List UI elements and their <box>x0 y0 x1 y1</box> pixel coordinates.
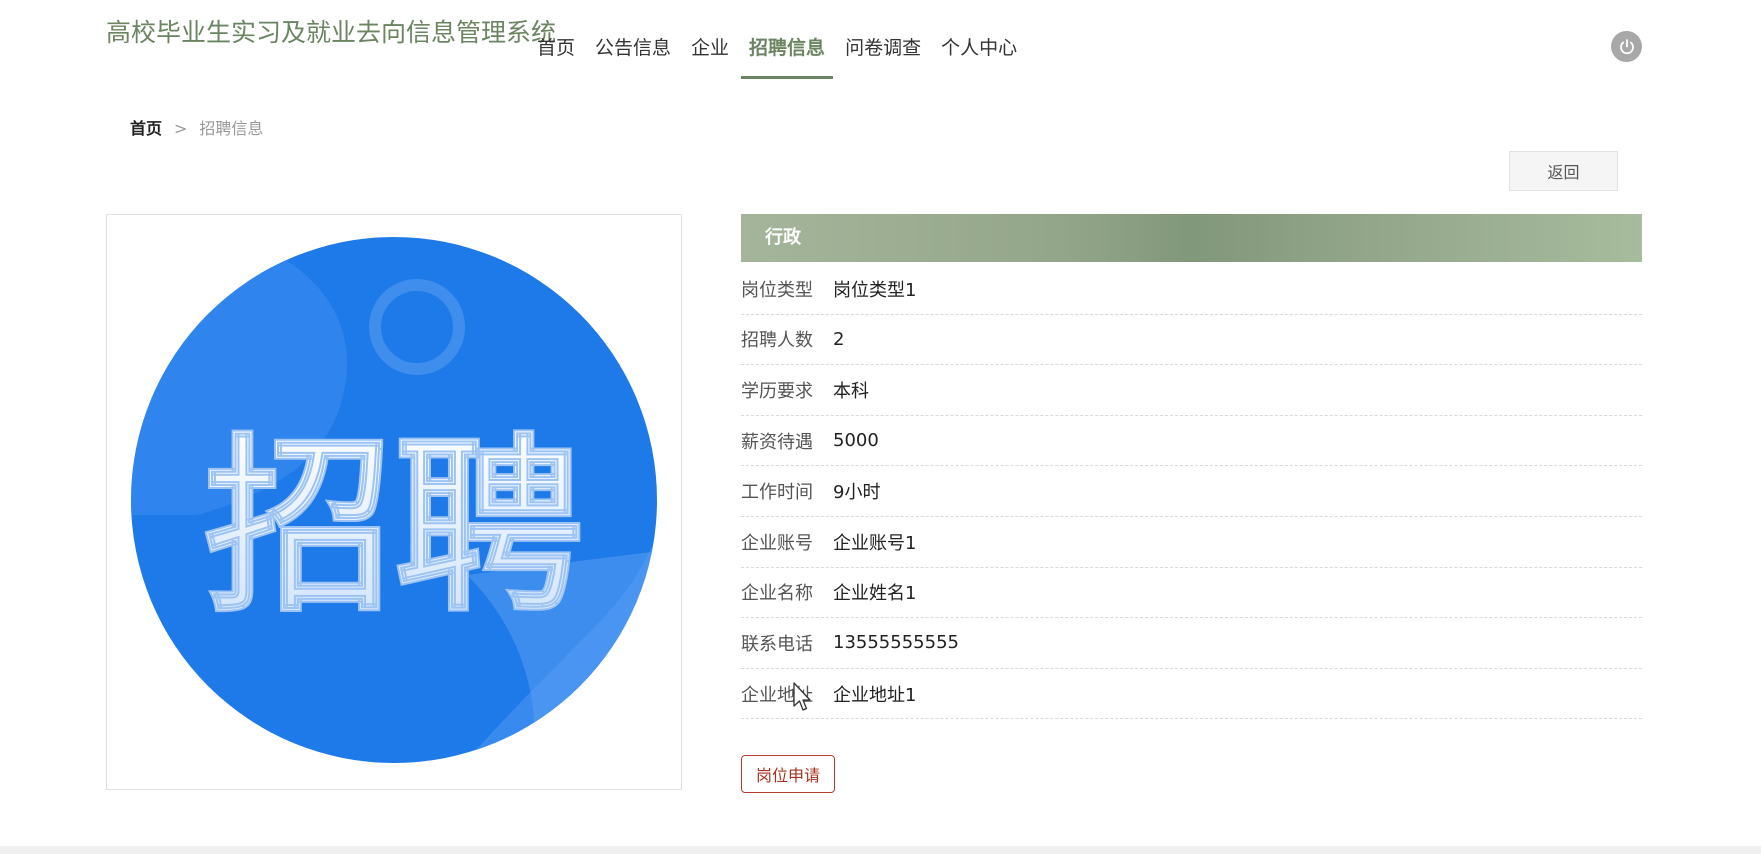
row-value: 9小时 <box>833 482 881 504</box>
row-value: 岗位类型1 <box>833 279 917 301</box>
detail-row-education: 学历要求 本科 <box>741 365 1642 416</box>
page-bottom-bar <box>0 846 1761 854</box>
row-label: 企业账号 <box>741 532 813 554</box>
nav-announcements[interactable]: 公告信息 <box>585 0 681 80</box>
row-label: 联系电话 <box>741 633 813 655</box>
power-icon <box>1619 38 1634 54</box>
mouse-cursor-icon <box>793 682 811 711</box>
job-detail: 行政 岗位类型 岗位类型1 招聘人数 2 学历要求 本科 薪资待遇 5000 工… <box>741 214 1642 720</box>
breadcrumb: 首页 > 招聘信息 <box>130 118 263 140</box>
row-label: 工作时间 <box>741 482 813 504</box>
job-detail-rows: 岗位类型 岗位类型1 招聘人数 2 学历要求 本科 薪资待遇 5000 工作时间… <box>741 262 1642 720</box>
row-label: 薪资待遇 <box>741 431 813 453</box>
recruit-illustration: 招聘 <box>131 237 657 763</box>
site-title: 高校毕业生实习及就业去向信息管理系统 <box>106 18 557 47</box>
row-value: 13555555555 <box>833 632 959 654</box>
apply-button[interactable]: 岗位申请 <box>741 755 835 793</box>
nav-recruitment[interactable]: 招聘信息 <box>739 0 835 80</box>
job-title: 行政 <box>741 214 1642 262</box>
detail-row-job-type: 岗位类型 岗位类型1 <box>741 264 1642 315</box>
row-value: 本科 <box>833 380 869 402</box>
row-label: 学历要求 <box>741 380 813 402</box>
main-nav: 首页 公告信息 企业 招聘信息 问卷调查 个人中心 <box>537 0 1027 80</box>
row-value: 企业姓名1 <box>833 583 917 605</box>
detail-row-work-hours: 工作时间 9小时 <box>741 466 1642 517</box>
row-label: 企业名称 <box>741 583 813 605</box>
breadcrumb-separator: > <box>174 119 188 138</box>
logout-button[interactable] <box>1611 31 1642 62</box>
row-value: 企业账号1 <box>833 532 917 554</box>
detail-row-address: 企业地址 企业地址1 <box>741 669 1642 720</box>
recruit-image-text: 招聘 <box>204 417 584 638</box>
row-value: 2 <box>833 328 845 350</box>
nav-companies[interactable]: 企业 <box>681 0 739 80</box>
breadcrumb-home[interactable]: 首页 <box>130 118 162 140</box>
row-value: 5000 <box>833 430 879 452</box>
recruit-image: 招聘 <box>106 214 682 790</box>
detail-row-headcount: 招聘人数 2 <box>741 315 1642 366</box>
detail-row-salary: 薪资待遇 5000 <box>741 416 1642 467</box>
breadcrumb-current: 招聘信息 <box>199 119 264 138</box>
row-label: 企业地址 <box>741 684 813 706</box>
detail-row-company-account: 企业账号 企业账号1 <box>741 517 1642 568</box>
row-label: 招聘人数 <box>741 330 813 352</box>
nav-survey[interactable]: 问卷调查 <box>835 0 931 80</box>
detail-row-phone: 联系电话 13555555555 <box>741 618 1642 669</box>
nav-home[interactable]: 首页 <box>537 0 585 80</box>
nav-personal-center[interactable]: 个人中心 <box>931 0 1027 80</box>
row-label: 岗位类型 <box>741 279 813 301</box>
detail-row-company-name: 企业名称 企业姓名1 <box>741 568 1642 619</box>
row-value: 企业地址1 <box>833 684 917 706</box>
back-button[interactable]: 返回 <box>1509 151 1618 191</box>
